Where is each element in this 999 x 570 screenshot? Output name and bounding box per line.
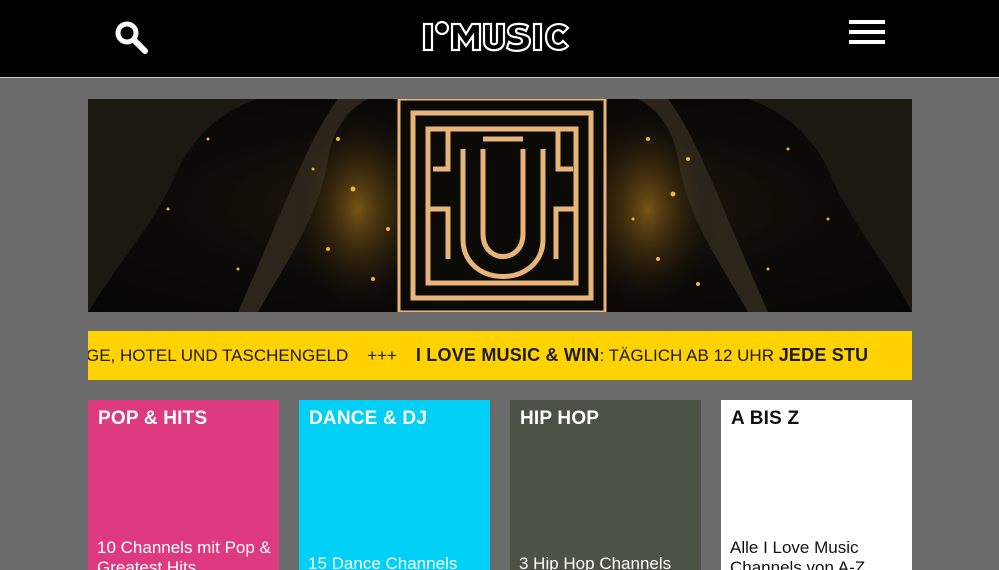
search-button[interactable]: [112, 18, 152, 58]
hero-banner[interactable]: [88, 99, 912, 312]
category-tile-a-bis-z[interactable]: A BIS Z Alle I Love Music Channels von A…: [721, 400, 912, 570]
menu-button[interactable]: [849, 20, 889, 54]
ticker-text: GE, HOTEL UND TASCHENGELD +++ I LOVE MUS…: [88, 331, 868, 380]
tile-description: 3 Hip Hop Channels: [519, 554, 672, 570]
category-tile-pop-hits[interactable]: POP & HITS 10 Channels mit Pop & Greates…: [88, 400, 279, 570]
tile-title: DANCE & DJ: [309, 408, 428, 429]
tile-description: 15 Dance Channels: [308, 554, 458, 570]
ticker-segment: GE, HOTEL UND TASCHENGELD: [88, 346, 349, 365]
tile-title: POP & HITS: [98, 408, 208, 429]
category-tile-dance-dj[interactable]: DANCE & DJ 15 Dance Channels: [299, 400, 490, 570]
ticker-highlight: I LOVE MUSIC & WIN: [415, 345, 600, 365]
category-tile-hip-hop[interactable]: HIP HOP 3 Hip Hop Channels: [510, 400, 701, 570]
hamburger-menu-icon: [849, 20, 889, 44]
ticker-segment: : TÄGLICH AB 12 UHR: [599, 346, 779, 365]
news-ticker[interactable]: GE, HOTEL UND TASCHENGELD +++ I LOVE MUS…: [88, 331, 912, 380]
top-nav-bar: [0, 0, 999, 78]
tile-description: Alle I Love Music Channels von A-Z: [730, 538, 866, 570]
tile-title: HIP HOP: [520, 408, 600, 429]
search-icon: [115, 21, 148, 54]
tile-description: 10 Channels mit Pop & Greatest Hits: [97, 538, 271, 570]
ticker-highlight: JEDE STU: [778, 345, 869, 365]
ticker-separator: +++: [367, 346, 397, 365]
i-love-music-logo[interactable]: [420, 14, 580, 58]
tile-title: A BIS Z: [731, 408, 800, 429]
